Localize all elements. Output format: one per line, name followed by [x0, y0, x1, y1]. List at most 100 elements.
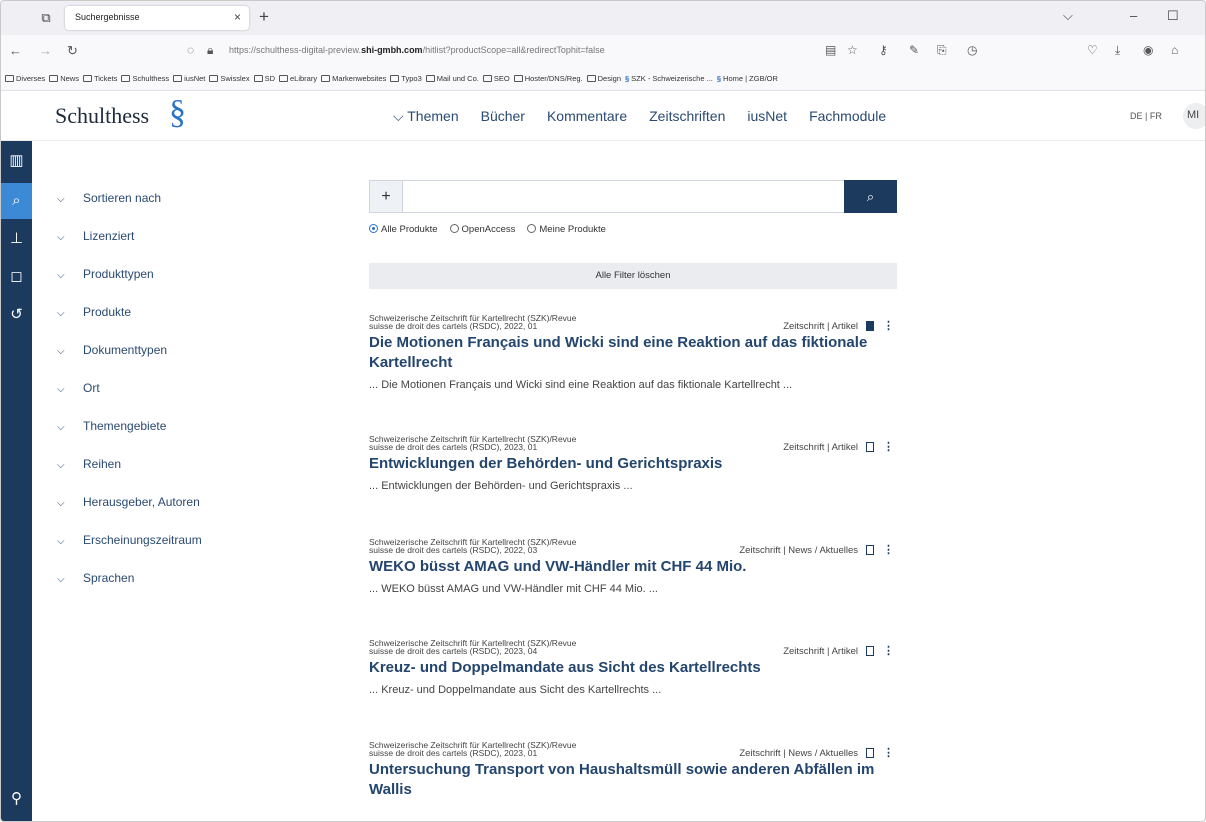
- filter-item[interactable]: ⌵ Themengebiete: [57, 419, 166, 433]
- bookmark-icon[interactable]: [866, 545, 874, 555]
- search-button[interactable]: ⌕: [844, 180, 897, 213]
- radio-option[interactable]: Alle Produkte: [369, 224, 438, 235]
- sitemap-icon[interactable]: ⊥: [1, 221, 32, 257]
- shield-icon[interactable]: ◌: [187, 43, 194, 57]
- address-bar[interactable]: ◌ 🔒︎ https://schulthess-digital-preview.…: [181, 39, 871, 63]
- bookmark-item[interactable]: Design: [586, 74, 621, 83]
- search-input[interactable]: [404, 181, 844, 212]
- result-title[interactable]: WEKO büsst AMAG und VW-Händler mit CHF 4…: [369, 557, 897, 577]
- filter-item[interactable]: ⌵ Sortieren nach: [57, 191, 161, 205]
- result-meta: Zeitschrift | Artikel ⋮: [783, 644, 894, 657]
- bookmark-label: SEO: [493, 74, 510, 83]
- chevron-down-icon: ⌵: [57, 460, 65, 471]
- bookmark-item[interactable]: iusNet: [173, 74, 205, 83]
- bookmark-item[interactable]: § Home | ZGB/OR: [717, 74, 778, 83]
- user-icon[interactable]: ⚲: [1, 781, 32, 817]
- more-vertical-icon[interactable]: ⋮: [883, 319, 894, 332]
- download-icon[interactable]: ⤓: [1115, 43, 1120, 58]
- filter-item[interactable]: ⌵ Reihen: [57, 457, 121, 471]
- maximize-icon[interactable]: ☐: [1167, 8, 1179, 24]
- bookmark-item[interactable]: Schulthess: [121, 74, 169, 83]
- bookmark-item[interactable]: Mail und Co.: [425, 74, 479, 83]
- folder-icon: [513, 75, 523, 82]
- search-icon[interactable]: ⌕: [1, 183, 32, 219]
- avatar[interactable]: MI: [1183, 103, 1205, 129]
- bookmark-item[interactable]: SD: [253, 74, 275, 83]
- clear-filters-button[interactable]: Alle Filter löschen: [369, 263, 897, 289]
- bookmark-item[interactable]: News: [49, 74, 79, 83]
- nav-item[interactable]: Zeitschriften: [649, 108, 725, 124]
- app-sidebar: ▥ ⌕ ⊥ ◻ ↺ ⚲: [1, 141, 32, 821]
- result-title[interactable]: Kreuz- und Doppelmandate aus Sicht des K…: [369, 658, 897, 678]
- filter-item[interactable]: ⌵ Produkte: [57, 305, 131, 319]
- bookmark-icon[interactable]: [866, 748, 874, 758]
- history-icon[interactable]: ↺: [1, 297, 32, 333]
- add-search-field-button[interactable]: +: [370, 181, 403, 212]
- product-scope-radios: Alle Produkte OpenAccess Meine Produkte: [369, 224, 618, 235]
- minimize-icon[interactable]: –: [1130, 8, 1137, 23]
- filter-item[interactable]: ⌵ Dokumenttypen: [57, 343, 167, 357]
- result-title[interactable]: Untersuchung Transport von Haushaltsmüll…: [369, 760, 897, 800]
- result-item: Schweizerische Zeitschrift für Kartellre…: [369, 314, 897, 391]
- bookmark-item[interactable]: SEO: [482, 74, 510, 83]
- extensions-icon[interactable]: ⌂: [1171, 43, 1178, 57]
- bookmark-icon[interactable]: [866, 646, 874, 656]
- result-title[interactable]: Entwicklungen der Behörden- und Gerichts…: [369, 454, 897, 474]
- library-icon[interactable]: ▥: [1, 143, 32, 179]
- result-snippet: ... WEKO büsst AMAG und VW-Händler mit C…: [369, 583, 658, 595]
- forward-icon[interactable]: →: [39, 43, 52, 58]
- more-vertical-icon[interactable]: ⋮: [883, 543, 894, 556]
- new-tab-icon[interactable]: +: [259, 7, 269, 27]
- radio-option[interactable]: OpenAccess: [449, 224, 515, 235]
- bookmark-item[interactable]: Diverses: [5, 74, 45, 83]
- url-text[interactable]: https://schulthess-digital-preview.shi-g…: [229, 45, 605, 55]
- nav-item[interactable]: Fachmodule: [809, 108, 886, 124]
- chevron-down-icon[interactable]: ⌵: [1063, 8, 1073, 24]
- nav-item[interactable]: Kommentare: [547, 108, 627, 124]
- filter-label: Dokumenttypen: [83, 343, 168, 357]
- filter-item[interactable]: ⌵ Ort: [57, 381, 100, 395]
- bookmark-item[interactable]: Markenwebsites: [321, 74, 386, 83]
- bookmark-item[interactable]: Typo3: [390, 74, 422, 83]
- bookmark-item[interactable]: eLibrary: [279, 74, 317, 83]
- tab-active[interactable]: Suchergebnisse ×: [65, 6, 249, 30]
- reload-icon[interactable]: ↻: [67, 43, 78, 59]
- bookmark-label: eLibrary: [290, 74, 318, 83]
- filter-item[interactable]: ⌵ Herausgeber, Autoren: [57, 495, 200, 509]
- result-title[interactable]: Die Motionen Français und Wicki sind ein…: [369, 333, 897, 373]
- logo-paragraph-icon[interactable]: §: [169, 94, 186, 132]
- filter-item[interactable]: ⌵ Sprachen: [57, 571, 134, 585]
- nav-item[interactable]: iusNet: [747, 108, 787, 124]
- tab-list-icon[interactable]: ⧉: [37, 9, 55, 27]
- bookmark-item[interactable]: § SZK - Schweizerische ...: [625, 74, 713, 83]
- bookmark-item[interactable]: Tickets: [82, 74, 117, 83]
- nav-item[interactable]: Bücher: [481, 108, 525, 124]
- language-switch[interactable]: DE | FR: [1130, 111, 1162, 121]
- pocket-icon[interactable]: ♡: [1087, 43, 1098, 57]
- bookmark-star-icon[interactable]: ☆: [847, 43, 858, 57]
- filter-item[interactable]: ⌵ Lizenziert: [57, 229, 134, 243]
- bookmark-icon[interactable]: ◻: [1, 259, 32, 295]
- bookmark-icon[interactable]: [866, 321, 874, 331]
- back-icon[interactable]: ←: [9, 43, 22, 58]
- account-icon[interactable]: ◉: [1143, 43, 1153, 57]
- bookmark-icon[interactable]: [866, 442, 874, 452]
- wrench-icon[interactable]: ✎: [909, 43, 919, 57]
- bookmark-item[interactable]: Hoster/DNS/Reg.: [513, 74, 583, 83]
- reader-view-icon[interactable]: ▤: [825, 43, 836, 57]
- radio-option[interactable]: Meine Produkte: [527, 224, 606, 235]
- lock-icon[interactable]: 🔒︎: [207, 43, 213, 58]
- more-vertical-icon[interactable]: ⋮: [883, 440, 894, 453]
- more-vertical-icon[interactable]: ⋮: [883, 644, 894, 657]
- filter-item[interactable]: ⌵ Produkttypen: [57, 267, 154, 281]
- bookmark-item[interactable]: Swisslex: [209, 74, 250, 83]
- key-icon[interactable]: ⚷: [879, 43, 888, 57]
- nav-item[interactable]: ⌵ Themen: [393, 108, 459, 124]
- screenshot-icon[interactable]: ⎘: [937, 43, 947, 58]
- history-icon[interactable]: ◷: [967, 43, 977, 57]
- result-source: Schweizerische Zeitschrift für Kartellre…: [369, 741, 669, 758]
- more-vertical-icon[interactable]: ⋮: [883, 746, 894, 759]
- filter-item[interactable]: ⌵ Erscheinungszeitraum: [57, 533, 202, 547]
- logo-text[interactable]: Schulthess: [55, 103, 149, 129]
- close-icon[interactable]: ×: [234, 10, 241, 24]
